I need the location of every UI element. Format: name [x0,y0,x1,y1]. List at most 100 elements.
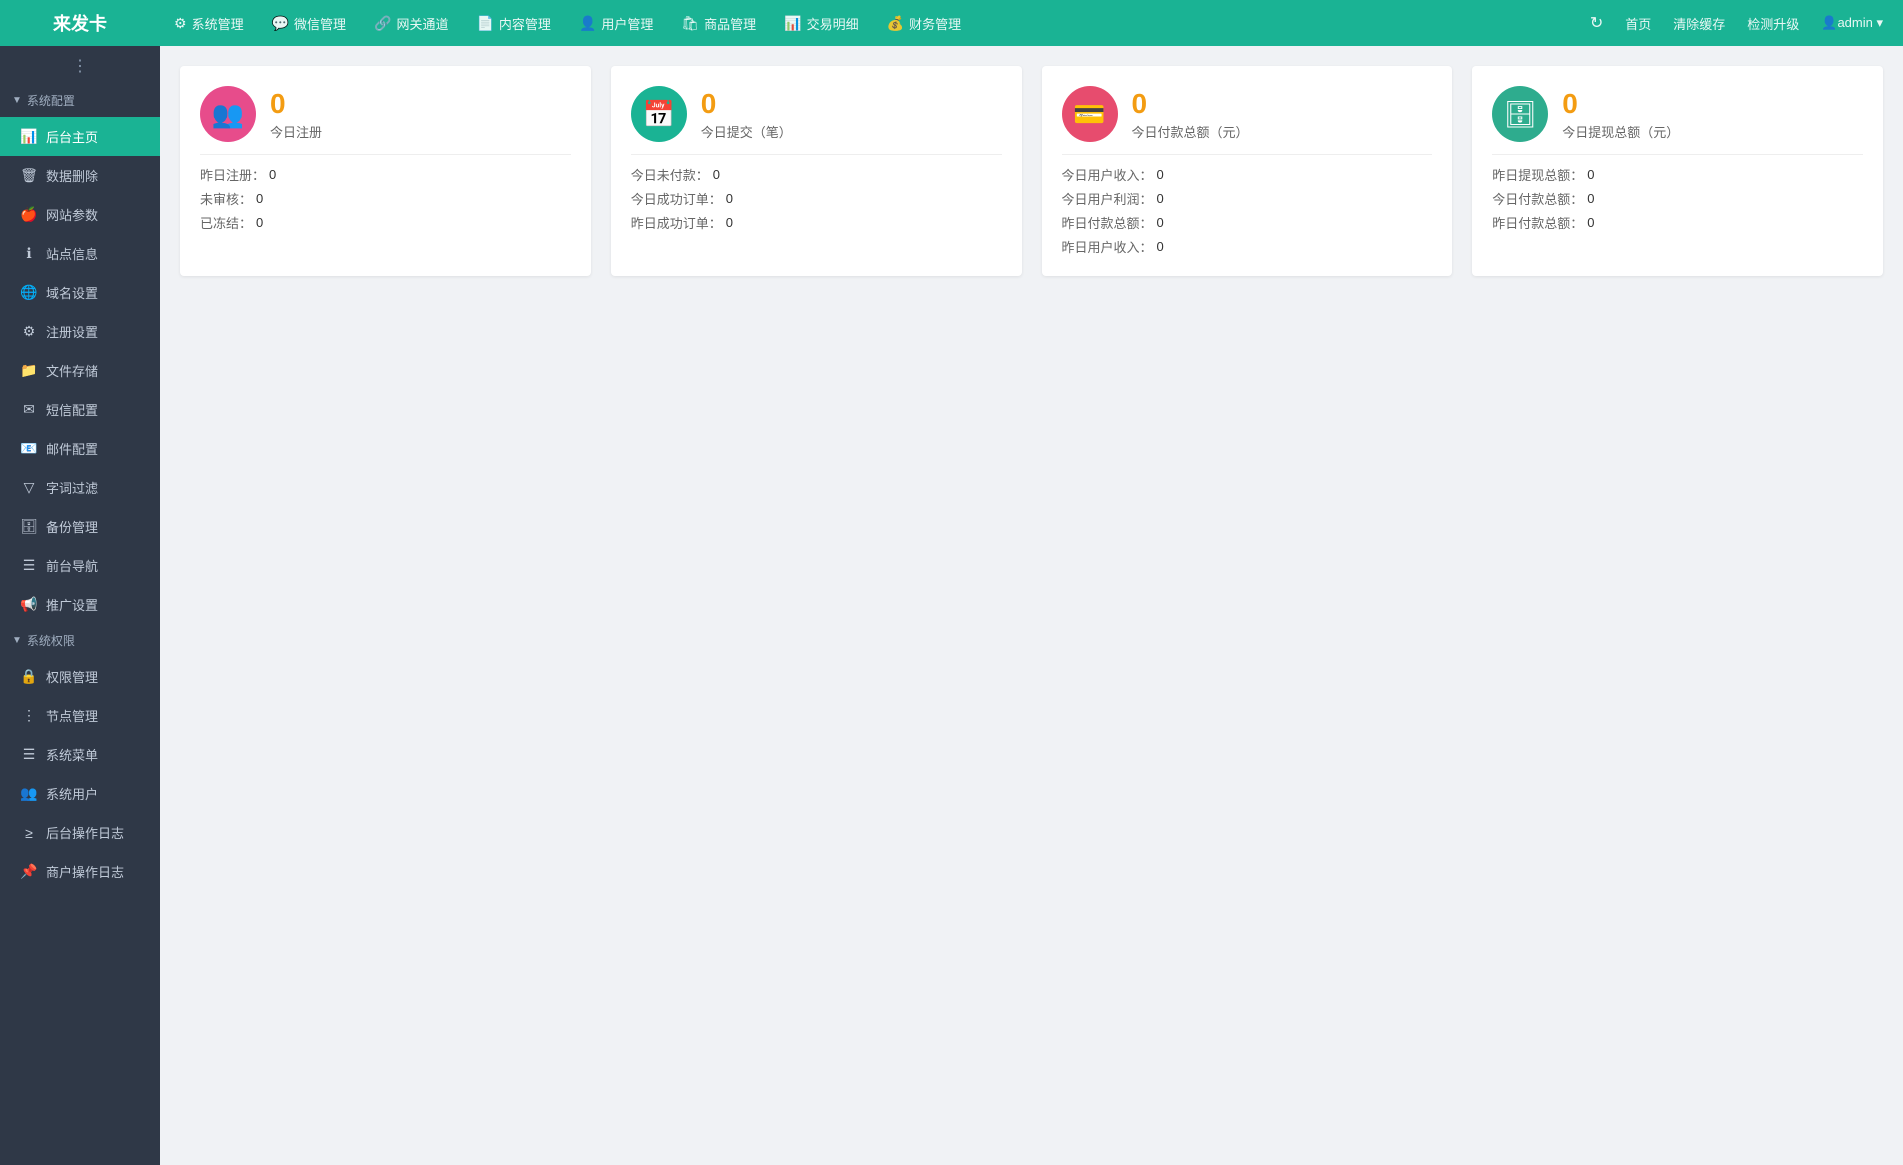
detail-row-payment-1: 今日用户利润： 0 [1062,189,1433,208]
users2-icon: 👥 [20,785,38,802]
nav-item-goods[interactable]: 🛍 商品管理 [667,0,770,46]
stat-value-withdraw: 0 [1562,87,1679,121]
filter-icon: ▽ [20,479,38,496]
payment-icon-circle: 💳 [1062,86,1118,142]
node-icon: ⋮ [20,707,38,724]
home-button[interactable]: 首页 [1615,0,1661,46]
nav-item-users[interactable]: 👤 用户管理 [565,0,667,46]
sidebar-item-nodes[interactable]: ⋮ 节点管理 [0,696,160,735]
sidebar-item-domain[interactable]: 🌐 域名设置 [0,273,160,312]
divider-payment [1062,154,1433,155]
sidebar-item-email[interactable]: 📧 邮件配置 [0,429,160,468]
clear-cache-button[interactable]: 清除缓存 [1663,0,1735,46]
apple-icon: 🍎 [20,206,38,223]
stats-cards-row: 👥 0 今日注册 昨日注册： 0 未审核： 0 [180,66,1883,276]
stat-card-order: 📅 0 今日提交（笔） 今日未付款： 0 今日成功订单： 0 [611,66,1022,276]
reg-icon-circle: 👥 [200,86,256,142]
sidebar-item-site-info[interactable]: ℹ 站点信息 [0,234,160,273]
stat-label-reg: 今日注册 [270,122,322,141]
detail-row-payment-0: 今日用户收入： 0 [1062,165,1433,184]
sidebar-item-file-storage[interactable]: 📁 文件存储 [0,351,160,390]
stat-card-right-payment: 0 今日付款总额（元） [1132,87,1249,142]
file-icon: 📁 [20,362,38,379]
stat-card-right-reg: 0 今日注册 [270,87,322,142]
card-icon: 💳 [1073,99,1105,130]
finance-icon: 💰 [887,15,904,32]
gear-icon: ⚙ [20,323,38,340]
sidebar-item-site-params[interactable]: 🍎 网站参数 [0,195,160,234]
stat-value-payment: 0 [1132,87,1249,121]
divider-order [631,154,1002,155]
detail-row-withdraw-2: 昨日付款总额： 0 [1492,213,1863,232]
refresh-button[interactable]: ↻ [1580,0,1613,46]
detail-row-order-1: 今日成功订单： 0 [631,189,1002,208]
sidebar-item-sms[interactable]: ✉ 短信配置 [0,390,160,429]
stat-details-withdraw: 昨日提现总额： 0 今日付款总额： 0 昨日付款总额： 0 [1492,165,1863,232]
stat-card-payment: 💳 0 今日付款总额（元） 今日用户收入： 0 今日用户利润： 0 [1042,66,1453,276]
calendar-icon: 📅 [643,99,675,130]
sidebar-item-merchant-log[interactable]: 📌 商户操作日志 [0,852,160,891]
app-logo: 来发卡 [0,10,160,36]
chart-icon: 📊 [20,128,38,145]
stat-card-right-order: 0 今日提交（笔） [701,87,792,142]
transaction-icon: 📊 [784,15,801,32]
user-icon: 👤 [1821,15,1837,31]
sidebar-item-backend-log[interactable]: ≥ 后台操作日志 [0,813,160,852]
admin-menu-button[interactable]: 👤 admin ▾ [1811,0,1893,46]
stat-value-order: 0 [701,87,792,121]
sidebar-item-data-delete[interactable]: 🗑 数据删除 [0,156,160,195]
detail-row-order-2: 昨日成功订单： 0 [631,213,1002,232]
nav-item-content[interactable]: 📄 内容管理 [462,0,564,46]
stat-label-payment: 今日付款总额（元） [1132,122,1249,141]
people-icon: 👥 [212,99,244,130]
stat-card-withdraw: 🗄 0 今日提现总额（元） 昨日提现总额： 0 今日付款总额： 0 [1472,66,1883,276]
nav-item-wechat[interactable]: 💬 微信管理 [258,0,360,46]
nav-item-gateway[interactable]: 🔗 网关通道 [360,0,462,46]
wechat-icon: 💬 [272,15,289,32]
nav-items: ⚙ 系统管理 💬 微信管理 🔗 网关通道 📄 内容管理 👤 用户管理 🛍 商品管… [160,0,1580,46]
info-icon: ℹ [20,245,38,262]
sidebar-item-front-nav[interactable]: ☰ 前台导航 [0,546,160,585]
detect-upgrade-button[interactable]: 检测升级 [1737,0,1809,46]
sidebar-item-system-menu[interactable]: ☰ 系统菜单 [0,735,160,774]
sidebar-item-system-users[interactable]: 👥 系统用户 [0,774,160,813]
nav-item-transaction[interactable]: 📊 交易明细 [770,0,872,46]
detail-row-withdraw-0: 昨日提现总额： 0 [1492,165,1863,184]
nav-item-system[interactable]: ⚙ 系统管理 [160,0,258,46]
sidebar-item-backup[interactable]: 🗄 备份管理 [0,507,160,546]
main-layout: ⋮ ▼ 系统配置 📊 后台主页 🗑 数据删除 🍎 网站参数 ℹ 站点信息 🌐 域… [0,46,1903,1165]
chevron-down-icon: ▼ [12,95,22,106]
stat-card-top-withdraw: 🗄 0 今日提现总额（元） [1492,86,1863,142]
email-icon: 📧 [20,440,38,457]
stat-card-top-order: 📅 0 今日提交（笔） [631,86,1002,142]
divider-withdraw [1492,154,1863,155]
order-icon-circle: 📅 [631,86,687,142]
sidebar-item-word-filter[interactable]: ▽ 字词过滤 [0,468,160,507]
content-icon: 📄 [476,15,493,32]
sidebar-item-dashboard[interactable]: 📊 后台主页 [0,117,160,156]
stat-card-right-withdraw: 0 今日提现总额（元） [1562,87,1679,142]
stat-label-order: 今日提交（笔） [701,122,792,141]
trash-icon: 🗑 [20,167,38,184]
main-content: 👥 0 今日注册 昨日注册： 0 未审核： 0 [160,46,1903,1165]
sms-icon: ✉ [20,401,38,418]
database-icon: 🗄 [1504,99,1537,130]
stat-details-payment: 今日用户收入： 0 今日用户利润： 0 昨日付款总额： 0 昨日用户收入： 0 [1062,165,1433,256]
menu-icon: ☰ [20,557,38,574]
top-nav: 来发卡 ⚙ 系统管理 💬 微信管理 🔗 网关通道 📄 内容管理 👤 用户管理 🛍… [0,0,1903,46]
goods-icon: 🛍 [681,15,699,32]
detail-row-reg-1: 未审核： 0 [200,189,571,208]
sidebar-dots-menu[interactable]: ⋮ [0,46,160,84]
refresh-icon: ↻ [1590,13,1603,33]
pin-icon: 📌 [20,863,38,880]
stat-value-reg: 0 [270,87,322,121]
sidebar-group-auth: ▼ 系统权限 [0,624,160,657]
sidebar-item-register[interactable]: ⚙ 注册设置 [0,312,160,351]
detail-row-order-0: 今日未付款： 0 [631,165,1002,184]
sidebar-item-permissions[interactable]: 🔒 权限管理 [0,657,160,696]
stat-card-top-payment: 💳 0 今日付款总额（元） [1062,86,1433,142]
detail-row-payment-3: 昨日用户收入： 0 [1062,237,1433,256]
nav-item-finance[interactable]: 💰 财务管理 [873,0,975,46]
sidebar-item-promotion[interactable]: 📢 推广设置 [0,585,160,624]
gateway-icon: 🔗 [374,15,391,32]
